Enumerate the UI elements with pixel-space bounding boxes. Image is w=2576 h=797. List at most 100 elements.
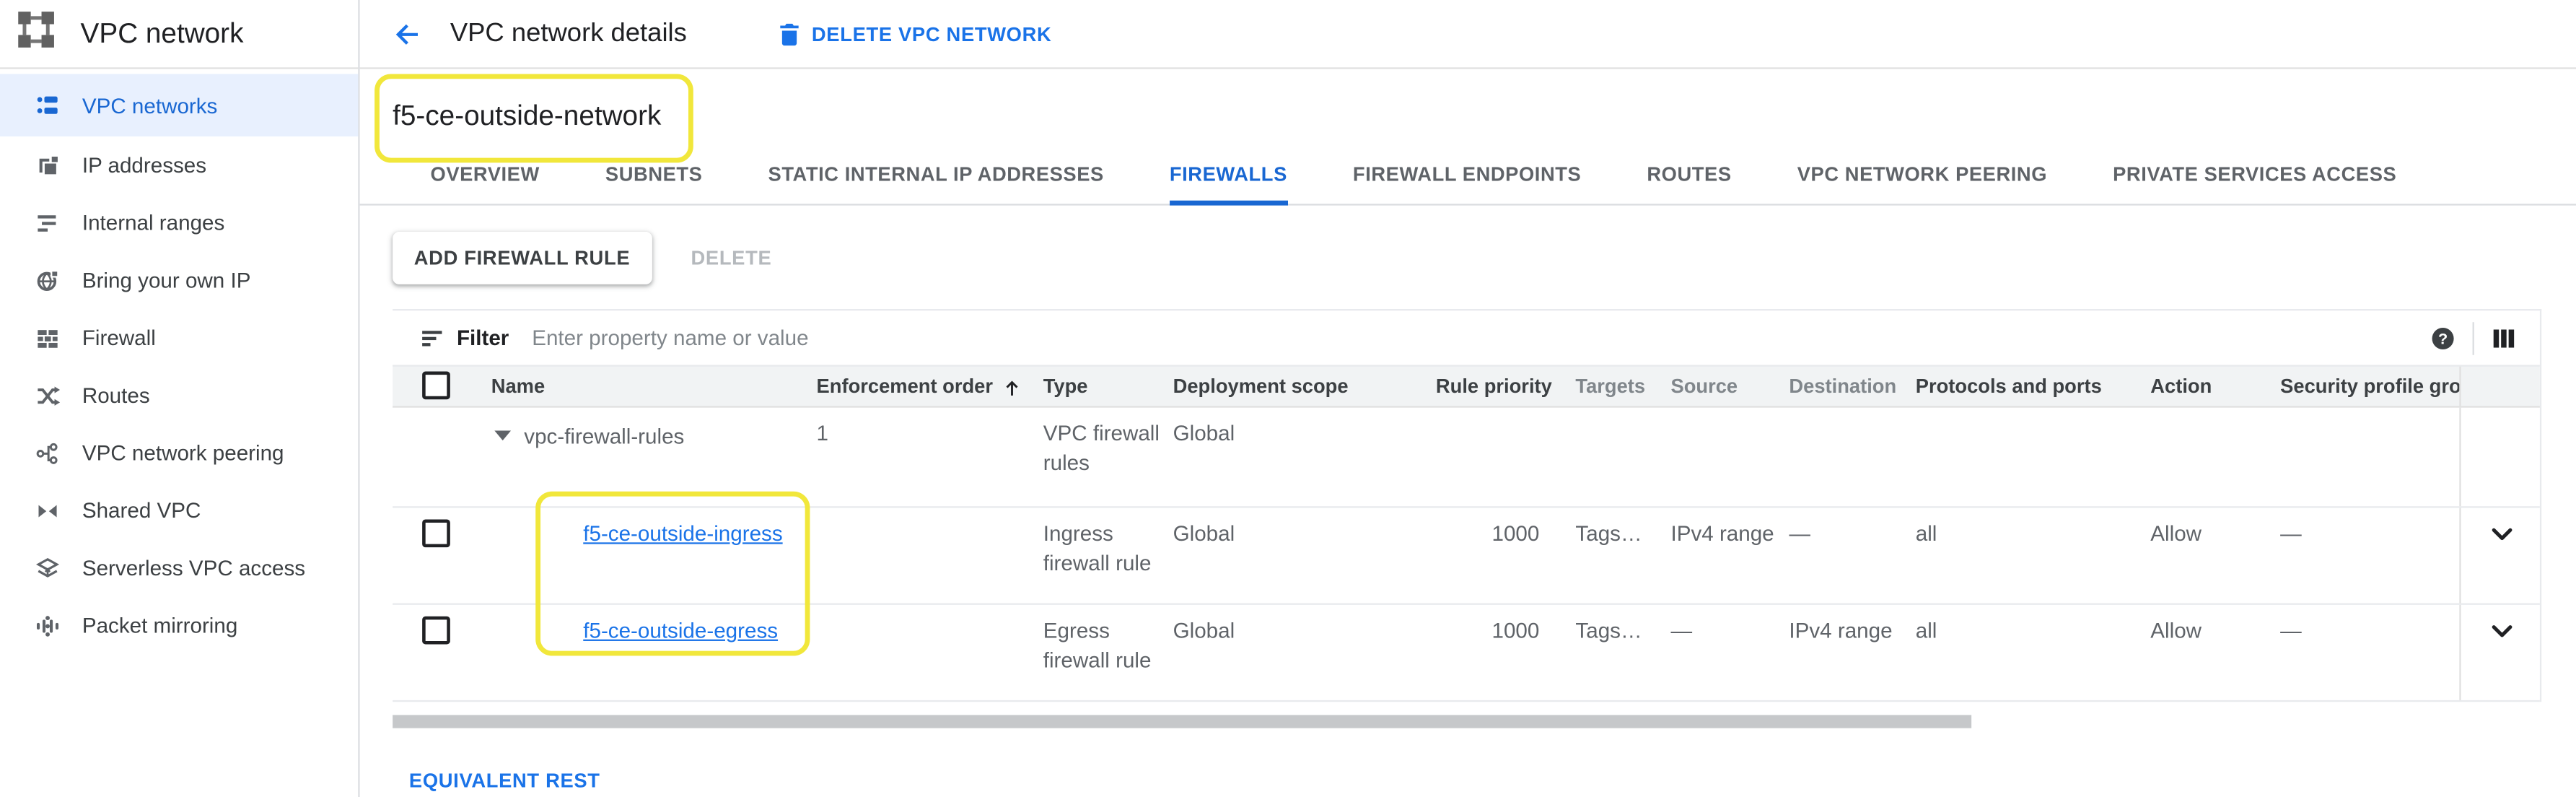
- column-header-targets[interactable]: Targets: [1553, 375, 1671, 398]
- group-enforcement-order: 1: [813, 408, 1043, 507]
- column-header-enforcement-order[interactable]: Enforcement order: [813, 375, 1043, 398]
- add-firewall-rule-button[interactable]: ADD FIREWALL RULE: [393, 232, 652, 284]
- tab-static-internal-ip-addresses[interactable]: STATIC INTERNAL IP ADDRESSES: [768, 151, 1104, 205]
- tab-firewall-endpoints[interactable]: FIREWALL ENDPOINTS: [1353, 151, 1581, 205]
- row-source: —: [1670, 605, 1789, 700]
- table-header-row: Name Enforcement order Type Deployment s…: [393, 365, 2540, 407]
- header-checkbox-cell: [393, 372, 486, 401]
- sidebar-item-ip-addresses[interactable]: IP addresses: [0, 136, 358, 194]
- sidebar-item-routes[interactable]: Routes: [0, 367, 358, 424]
- column-header-destination[interactable]: Destination: [1789, 375, 1915, 398]
- column-header-deployment-scope[interactable]: Deployment scope: [1173, 375, 1436, 398]
- sidebar-item-packet-mirroring[interactable]: Packet mirroring: [0, 596, 358, 654]
- sidebar-item-label: Routes: [82, 383, 150, 407]
- row-deployment-scope: Global: [1173, 508, 1436, 604]
- sidebar-item-serverless-vpc-access[interactable]: Serverless VPC access: [0, 539, 358, 597]
- group-destination: [1789, 408, 1915, 507]
- sidebar-item-shared-vpc[interactable]: Shared VPC: [0, 482, 358, 539]
- header-expand-column: [2459, 367, 2541, 406]
- sidebar-item-label: VPC networks: [82, 93, 218, 118]
- sidebar-item-vpc-networks[interactable]: VPC networks: [0, 74, 358, 136]
- group-name: vpc-firewall-rules: [524, 422, 684, 452]
- sidebar-item-internal-ranges[interactable]: Internal ranges: [0, 194, 358, 252]
- column-header-enforcement-label: Enforcement order: [817, 375, 993, 398]
- select-all-checkbox[interactable]: [422, 372, 450, 400]
- trash-icon: [779, 22, 800, 46]
- group-targets: [1553, 408, 1671, 507]
- group-source: [1670, 408, 1789, 507]
- globe-icon: [35, 267, 61, 293]
- rule-link-egress[interactable]: f5-ce-outside-egress: [583, 618, 778, 643]
- column-header-rule-priority[interactable]: Rule priority: [1436, 375, 1553, 398]
- row-checkbox[interactable]: [422, 519, 450, 547]
- packet-mirroring-icon: [35, 612, 61, 638]
- main-content: VPC network details DELETE VPC NETWORK f…: [360, 0, 2576, 797]
- row-destination: —: [1789, 508, 1915, 604]
- back-button[interactable]: [386, 14, 426, 53]
- table-row-f5-ce-outside-egress: f5-ce-outside-egress Egress firewall rul…: [393, 605, 2540, 702]
- chevron-down-icon[interactable]: [2489, 528, 2513, 542]
- column-header-action[interactable]: Action: [2150, 375, 2280, 398]
- column-header-type[interactable]: Type: [1043, 375, 1173, 398]
- filter-actions: ?: [2430, 321, 2517, 354]
- serverless-vpc-icon: [35, 554, 61, 580]
- row-protocols-ports: all: [1916, 605, 2151, 700]
- tab-subnets[interactable]: SUBNETS: [605, 151, 703, 205]
- row-destination: IPv4 range: [1789, 605, 1915, 700]
- firewall-toolbar: ADD FIREWALL RULE DELETE: [393, 232, 2576, 284]
- group-action: [2150, 408, 2280, 507]
- delete-vpc-network-button[interactable]: DELETE VPC NETWORK: [779, 22, 1051, 46]
- vpc-network-logo-icon: [17, 10, 56, 58]
- sidebar-item-label: Firewall: [82, 326, 156, 350]
- vpc-networks-icon: [35, 92, 61, 118]
- chevron-down-icon[interactable]: [2489, 624, 2513, 639]
- row-expand-cell: [2459, 508, 2541, 604]
- sidebar-item-label: Packet mirroring: [82, 613, 237, 637]
- delete-rule-button[interactable]: DELETE: [691, 247, 771, 270]
- column-header-source[interactable]: Source: [1670, 375, 1789, 398]
- filter-bar: Filter ?: [393, 310, 2540, 365]
- column-header-security-profile[interactable]: Security profile grou: [2280, 375, 2459, 398]
- tab-firewalls[interactable]: FIREWALLS: [1170, 151, 1287, 205]
- group-name-cell: vpc-firewall-rules: [486, 408, 813, 507]
- tab-routes[interactable]: ROUTES: [1647, 151, 1731, 205]
- sidebar-item-firewall[interactable]: Firewall: [0, 309, 358, 367]
- row-security-profile: —: [2280, 508, 2459, 604]
- sidebar-item-label: IP addresses: [82, 153, 206, 178]
- table-row-f5-ce-outside-ingress: f5-ce-outside-ingress Ingress firewall r…: [393, 508, 2540, 605]
- row-expand-cell: [2459, 605, 2541, 700]
- sidebar-item-label: Serverless VPC access: [82, 556, 305, 580]
- page-header: VPC network details DELETE VPC NETWORK: [360, 0, 2576, 69]
- column-header-name[interactable]: Name: [486, 375, 813, 398]
- row-type: Egress firewall rule: [1043, 605, 1173, 700]
- sidebar-item-bring-your-own-ip[interactable]: Bring your own IP: [0, 251, 358, 309]
- equivalent-rest-link[interactable]: EQUIVALENT REST: [409, 770, 600, 793]
- svg-text:?: ?: [2438, 328, 2448, 347]
- rule-link-ingress[interactable]: f5-ce-outside-ingress: [583, 521, 782, 546]
- network-name: f5-ce-outside-network: [393, 97, 2576, 136]
- sidebar-item-label: Internal ranges: [82, 210, 224, 235]
- sidebar-nav: VPC networks IP addresses Internal range…: [0, 69, 358, 655]
- group-deployment-scope: Global: [1173, 408, 1436, 507]
- filter-input[interactable]: [529, 324, 2430, 352]
- sidebar-item-label: Bring your own IP: [82, 268, 251, 292]
- filter-divider: [2473, 321, 2474, 354]
- row-deployment-scope: Global: [1173, 605, 1436, 700]
- filter-label: Filter: [457, 326, 509, 350]
- row-checkbox-cell: [393, 605, 486, 700]
- peering-icon: [35, 440, 61, 466]
- sidebar-item-vpc-network-peering[interactable]: VPC network peering: [0, 424, 358, 482]
- column-display-icon[interactable]: [2491, 325, 2517, 351]
- tab-overview[interactable]: OVERVIEW: [431, 151, 540, 205]
- row-checkbox[interactable]: [422, 617, 450, 645]
- column-header-protocols-ports[interactable]: Protocols and ports: [1916, 375, 2151, 398]
- tab-vpc-network-peering[interactable]: VPC NETWORK PEERING: [1797, 151, 2047, 205]
- group-protocols-ports: [1916, 408, 2151, 507]
- horizontal-scrollbar[interactable]: [393, 715, 1971, 728]
- help-icon[interactable]: ?: [2430, 325, 2455, 351]
- collapse-triangle-icon[interactable]: [494, 431, 511, 441]
- row-source: IPv4 range: [1670, 508, 1789, 604]
- tab-private-services-access[interactable]: PRIVATE SERVICES ACCESS: [2113, 151, 2396, 205]
- row-action: Allow: [2150, 508, 2280, 604]
- row-enforcement-order: [813, 605, 1043, 700]
